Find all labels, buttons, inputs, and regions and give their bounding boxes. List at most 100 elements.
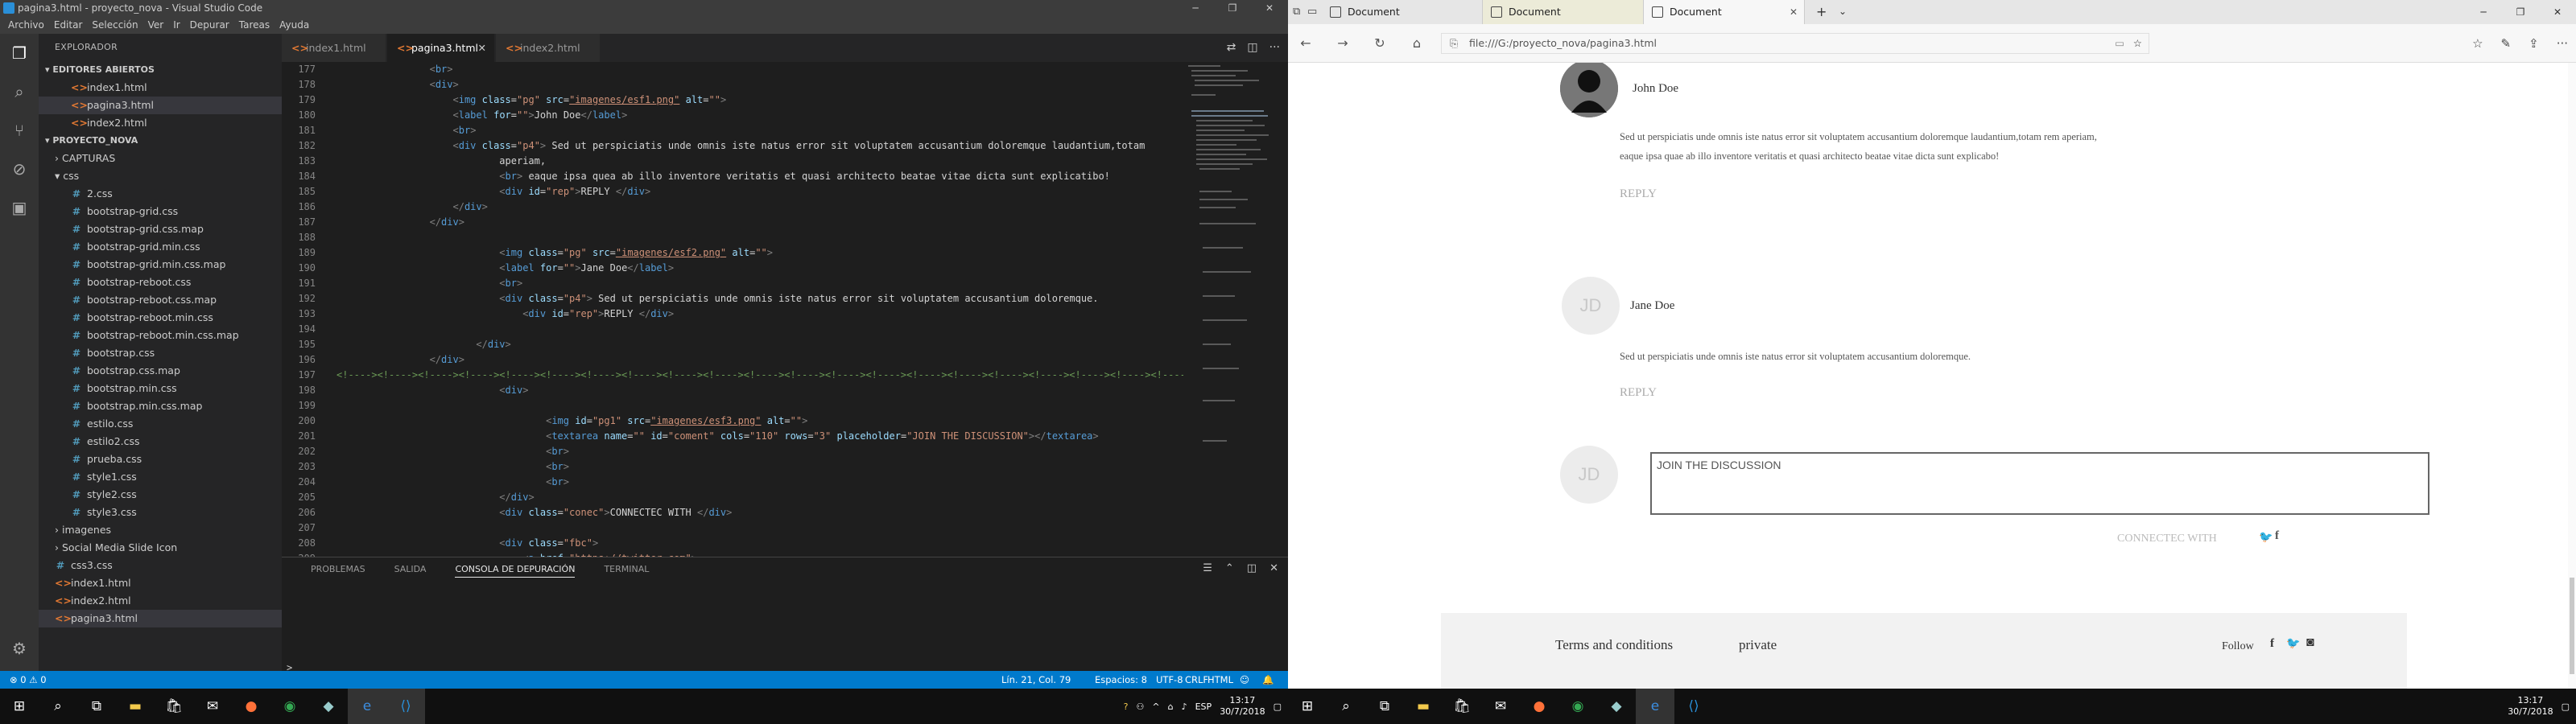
chrome-icon[interactable]: ◉ [270,689,309,724]
store-icon[interactable]: 🛍 [155,689,193,724]
status-encoding[interactable]: UTF-8 [1156,671,1183,689]
app-icon[interactable]: ◆ [309,689,348,724]
file-css-item[interactable]: #2.css [39,185,282,203]
tab-preview-icon[interactable]: ▭ [1307,6,1317,18]
folder-social[interactable]: › Social Media Slide Icon [39,539,282,557]
browser-tab-2[interactable]: Document [1483,0,1644,24]
open-editors-header[interactable]: ▾ EDITORES ABIERTOS [39,61,282,79]
open-editor-pagina3[interactable]: <>pagina3.html [39,97,282,114]
back-icon[interactable]: ← [1290,24,1322,63]
clock[interactable]: 13:17 30/7/2018 [2508,695,2553,718]
windows-start-icon[interactable]: ⊞ [0,689,39,724]
project-header[interactable]: ▾ PROYECTO_NOVA [39,132,282,150]
open-editor-index2[interactable]: <>index2.html [39,114,282,132]
menu-seleccion[interactable]: Selección [87,16,142,34]
file-css-item[interactable]: # bootstrap-reboot.css.map [39,291,282,309]
file-css-item[interactable]: # estilo2.css [39,433,282,450]
menu-ayuda[interactable]: Ayuda [275,16,314,34]
task-view-icon[interactable]: ⧉ [1365,689,1404,724]
file-css-item[interactable]: # bootstrap-grid.css.map [39,220,282,238]
folder-imagenes[interactable]: › imagenes [39,521,282,539]
code-area[interactable]: 177 <br> 178 <div> 179 <img class="pg" s… [282,62,1183,557]
status-eol[interactable]: CRLF [1185,671,1208,689]
file-css-item[interactable]: # bootstrap-grid.min.css [39,238,282,256]
tab-index1[interactable]: <> index1.html [282,34,386,62]
minimap[interactable] [1183,62,1288,557]
file-explorer-icon[interactable]: ▬ [116,689,155,724]
browser-tab-3[interactable]: Document ✕ [1644,0,1805,24]
tab-salida[interactable]: SALIDA [394,564,427,578]
url-field[interactable]: ⎘ file:///G:/proyecto_nova/pagina3.html … [1441,33,2149,54]
status-position[interactable]: Lín. 21, Col. 79 [1001,671,1071,689]
firefox-icon[interactable]: ● [232,689,270,724]
file-index2[interactable]: <>index2.html [39,592,282,610]
tab-list-chevron-icon[interactable]: ⌄ [1839,6,1847,17]
footer-facebook-icon[interactable]: f [2270,637,2274,651]
facebook-icon[interactable]: f [2275,529,2279,543]
search-icon[interactable]: ⌕ [10,82,29,101]
terms-link[interactable]: Terms and conditions [1555,637,1673,653]
forward-icon[interactable]: → [1327,24,1359,63]
tab-pagina3[interactable]: <> pagina3.html ✕ [387,34,495,62]
menu-ir[interactable]: Ir [168,16,184,34]
tab-consola-depuracion[interactable]: CONSOLA DE DEPURACIÓN [455,564,576,578]
file-css-item[interactable]: # bootstrap.css.map [39,362,282,380]
reply-link-jane[interactable]: REPLY [1620,386,1657,400]
page-scrollbar[interactable] [2568,63,2576,689]
file-css-item[interactable]: # bootstrap-grid.min.css.map [39,256,282,274]
file-css-item[interactable]: # style1.css [39,468,282,486]
browser-close-button[interactable]: ✕ [2539,0,2576,24]
close-button[interactable]: ✕ [1251,0,1288,16]
file-css-item[interactable]: # bootstrap-reboot.css [39,274,282,291]
tray-chevron-icon[interactable]: ^ [1152,701,1159,712]
open-editor-index1[interactable]: <>index1.html [39,79,282,97]
file-pagina3[interactable]: <>pagina3.html [39,610,282,627]
menu-tareas[interactable]: Tareas [234,16,275,34]
vscode-taskbar-icon[interactable]: ⟨⟩ [1674,689,1713,724]
mail-icon[interactable]: ✉ [193,689,232,724]
file-css-item[interactable]: # bootstrap-grid.css [39,203,282,220]
windows-start-icon[interactable]: ⊞ [1288,689,1327,724]
search-icon[interactable]: ⌕ [1327,689,1365,724]
notifications-icon[interactable]: ▢ [1274,701,1282,712]
close-tab-icon[interactable]: ✕ [1790,0,1798,24]
discussion-textarea[interactable]: JOIN THE DISCUSSION [1650,452,2429,515]
vscode-taskbar-icon[interactable]: ⟨⟩ [386,689,425,724]
search-icon[interactable]: ⌕ [39,689,77,724]
restore-button[interactable]: ❐ [1214,0,1251,16]
help-icon[interactable]: ? [1124,701,1129,712]
chrome-icon[interactable]: ◉ [1558,689,1597,724]
store-icon[interactable]: 🛍 [1443,689,1481,724]
footer-instagram-icon[interactable]: ◙ [2306,636,2314,650]
feedback-icon[interactable]: ☺ [1240,671,1249,689]
split-editor-icon[interactable]: ◫ [1247,34,1257,62]
file-css-item[interactable]: # bootstrap.css [39,344,282,362]
twitter-icon[interactable]: 🐦 [2259,531,2273,545]
minimize-button[interactable]: ─ [1177,0,1214,16]
close-panel-icon[interactable]: ✕ [1269,562,1278,574]
browser-minimize-button[interactable]: ─ [2465,0,2502,24]
close-tab-icon[interactable]: ✕ [478,34,486,62]
edge-icon[interactable]: e [1636,689,1674,724]
files-icon[interactable]: ❐ [10,43,29,63]
people-icon[interactable]: ⚇ [1137,701,1145,712]
maximize-panel-icon[interactable]: ⌃ [1225,562,1234,574]
file-explorer-icon[interactable]: ▬ [1404,689,1443,724]
file-css-item[interactable]: # style2.css [39,486,282,504]
menu-depurar[interactable]: Depurar [185,16,234,34]
home-icon[interactable]: ⌂ [1401,24,1433,63]
reading-view-icon[interactable]: ▭ [2115,34,2124,53]
firefox-icon[interactable]: ● [1520,689,1558,724]
status-language[interactable]: HTML [1208,671,1233,689]
file-css-item[interactable]: # style3.css [39,504,282,521]
share-icon[interactable]: ⇪ [2529,24,2539,63]
reply-link-john[interactable]: REPLY [1620,187,1657,201]
bell-icon[interactable]: 🔔 [1262,671,1274,689]
refresh-icon[interactable]: ↻ [1364,24,1396,63]
file-css-item[interactable]: # bootstrap.min.css [39,380,282,397]
footer-twitter-icon[interactable]: 🐦 [2286,637,2300,651]
app-icon[interactable]: ◆ [1597,689,1636,724]
browser-restore-button[interactable]: ❐ [2502,0,2539,24]
volume-icon[interactable]: ♪ [1182,701,1187,712]
tab-problemas[interactable]: PROBLEMAS [311,564,365,578]
